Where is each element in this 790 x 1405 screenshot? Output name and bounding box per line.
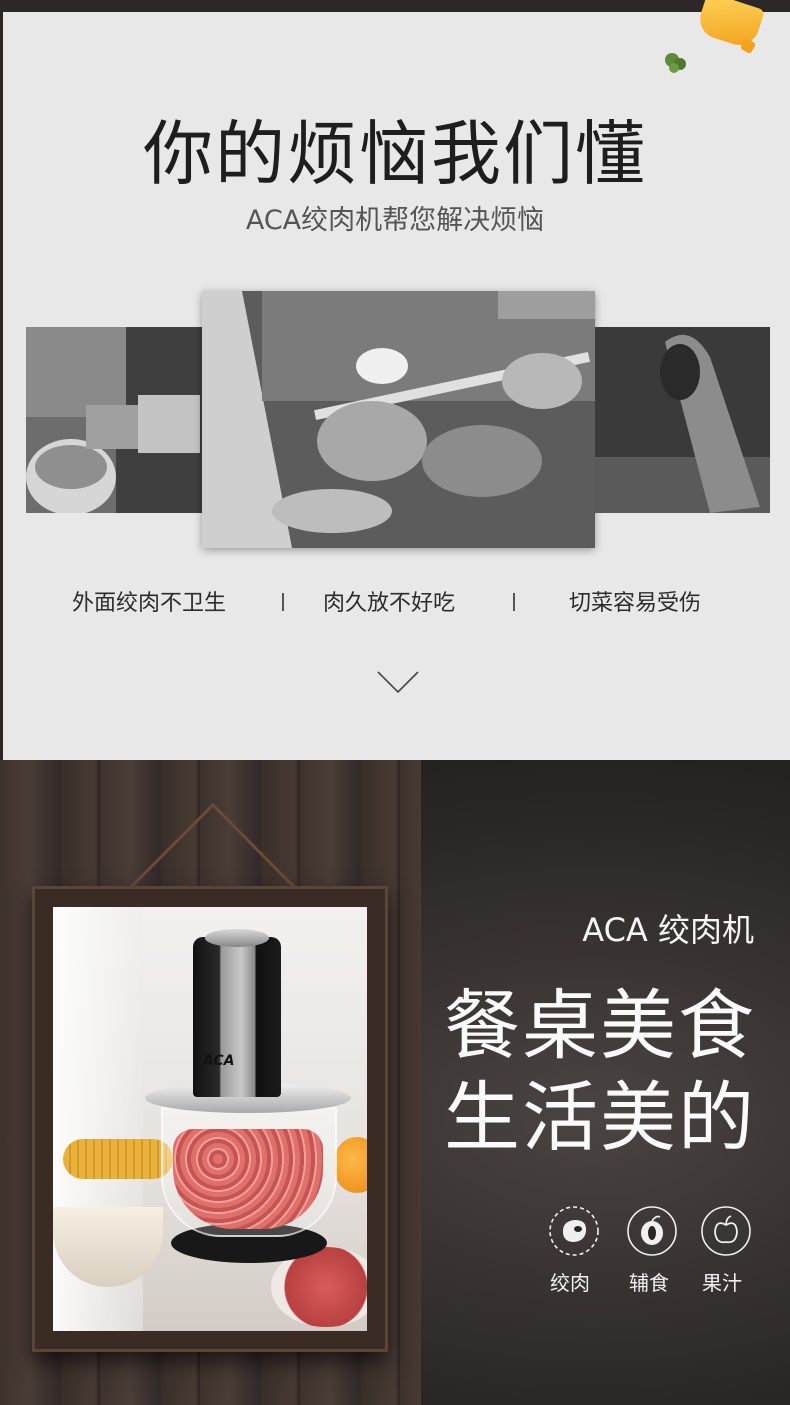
orange [335, 1137, 367, 1193]
problems-subtitle: ACA绞肉机帮您解决烦恼 [245, 205, 545, 236]
top-dark-strip [0, 0, 790, 12]
caption-hygiene: 外面绞肉不卫生 [72, 591, 227, 616]
corn [63, 1139, 173, 1179]
chevron-down-icon[interactable] [376, 670, 420, 696]
caption-divider [282, 593, 284, 611]
product-photo-frame: ACA [32, 886, 388, 1352]
caption-injury: 切菜容易受伤 [569, 591, 702, 616]
product-brand-line: ACA 绞肉机 [582, 911, 754, 949]
herb-leaf-icon [665, 53, 686, 73]
chopper-motor-unit [193, 937, 281, 1097]
meat-display-case-photo [202, 291, 595, 548]
problems-title: 你的烦恼我们懂 [143, 113, 647, 195]
cut-finger-photo [595, 327, 770, 513]
caption-freshness: 肉久放不好吃 [323, 591, 456, 616]
caption-divider [513, 593, 515, 611]
feature-label-juice: 果汁 [702, 1271, 742, 1295]
headline-line-1: 餐桌美食 [444, 981, 756, 1070]
headline-line-2: 生活美的 [444, 1073, 756, 1162]
chopper-brand-logo: ACA [203, 1053, 235, 1069]
problem-captions: 外面绞肉不卫生 肉久放不好吃 切菜容易受伤 [0, 585, 790, 617]
hanging-string [118, 802, 307, 900]
apple-icon [701, 1206, 751, 1256]
feature-label-baby-food: 辅食 [629, 1271, 669, 1295]
chopper-meat [173, 1129, 323, 1229]
meat-grinder-photo [26, 327, 202, 513]
feature-label-meat: 绞肉 [550, 1271, 590, 1295]
feature-icons: 绞肉 辅食 果汁 [538, 1205, 758, 1305]
meat-icon [549, 1206, 599, 1256]
product-photo: ACA [53, 907, 367, 1331]
fruit-icon [627, 1206, 677, 1256]
chopper-cap [205, 929, 269, 947]
